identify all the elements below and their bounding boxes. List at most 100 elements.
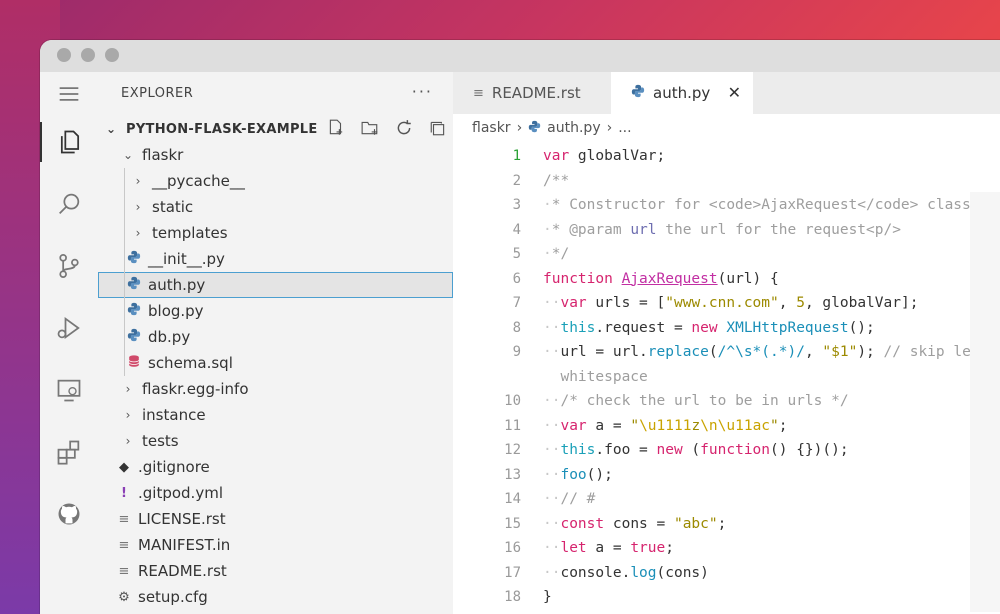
code-line: 10 ··/* check the url to be in urls */ [453,389,1000,414]
code-line: 7 ·· var urls = ["www.cnn.com", 5, globalV… [453,291,1000,316]
collapse-all-icon[interactable] [427,119,449,141]
code-line: 8 ·· this .request = new XMLHttpRequest (); [453,316,1000,341]
tree-item-label: auth.py [148,276,206,294]
code-line: 18} [453,585,1000,610]
code-line: 16 ·· let a = true; [453,536,1000,561]
tree-item[interactable]: › static [98,194,453,220]
window-close-dot[interactable] [57,48,71,62]
chevron-down-icon: ⌄ [122,148,134,162]
breadcrumb-more[interactable]: ... [618,120,631,136]
indent-guide [124,220,125,246]
tree-item[interactable]: ≡ MANIFEST.in [98,532,453,558]
file-tree: ⌄ flaskr › __pycache__ › static › templates __in… [98,142,453,610]
chevron-right-icon: › [135,200,141,214]
new-folder-icon[interactable] [359,119,381,141]
tree-item[interactable]: › flaskr.egg-info [98,376,453,402]
python-icon [126,250,142,268]
indent-guide [124,194,125,220]
line-number: 3 [512,197,521,214]
breadcrumb-file[interactable]: auth.py [547,120,600,136]
tree-item[interactable]: ◆ .gitignore [98,454,453,480]
tree-item-label: instance [142,406,206,424]
tree-item-label: setup.cfg [138,588,208,606]
python-icon [631,84,645,102]
tree-item-label: tests [142,432,179,450]
code-line: 5 · */ [453,242,1000,267]
database-icon [126,354,142,372]
line-number: 7 [512,295,521,312]
indent-guide [124,350,125,376]
tree-item-label: flaskr.egg-info [142,380,249,398]
yaml-icon: ! [121,485,127,501]
chevron-right-icon: › [135,226,141,240]
line-number: 8 [512,319,521,336]
extensions-icon[interactable] [40,432,98,472]
project-actions [325,119,449,141]
tree-item[interactable]: __init__.py [98,246,453,272]
source-control-icon[interactable] [40,246,98,286]
code-editor[interactable]: 1 var globalVar; 2/** 3 · * Constructor for… [453,144,1000,610]
tree-item[interactable]: › tests [98,428,453,454]
search-icon[interactable] [40,184,98,224]
explorer-files-icon[interactable] [40,122,98,162]
tree-item-label: blog.py [148,302,204,320]
new-file-icon[interactable] [325,119,347,141]
activity-bar [40,72,98,614]
chevron-right-icon: › [135,174,141,188]
run-debug-icon[interactable] [40,308,98,348]
line-number: 1 [512,148,521,165]
project-root-row[interactable]: ⌄ PYTHON-FLASK-EXAMPLE [98,116,453,142]
chevron-right-icon: › [125,434,131,448]
breadcrumb: flaskr › auth.py › ... [472,117,632,139]
tree-item[interactable]: › instance [98,402,453,428]
refresh-icon[interactable] [393,119,415,141]
code-line: 2/** [453,169,1000,194]
text-file-icon: ≡ [118,537,130,553]
indent-guide [124,324,125,350]
tab-label: README.rst [491,84,581,102]
tab-label: auth.py [653,84,711,102]
tree-item[interactable]: ⚙ setup.cfg [98,584,453,610]
tree-item-label: .gitignore [138,458,210,476]
python-icon [126,328,142,346]
minimap[interactable] [970,192,1000,612]
tree-item[interactable]: ⌄ flaskr [98,142,453,168]
tree-item-label: MANIFEST.in [138,536,231,554]
tree-item-label: .gitpod.yml [138,484,223,502]
code-line: 15 ·· const cons = "abc"; [453,512,1000,537]
tree-item[interactable]: ≡ LICENSE.rst [98,506,453,532]
tree-item[interactable]: blog.py [98,298,453,324]
code-line: 11 ·· var a = " \u1111 z \n\u11ac "; [453,414,1000,439]
line-number: 11 [504,417,521,434]
indent-guide [124,298,125,324]
window-minimize-dot[interactable] [81,48,95,62]
tree-item[interactable]: › __pycache__ [98,168,453,194]
tab-bar: ≡ README.rst auth.py ✕ [453,72,1000,114]
text-file-icon: ≡ [473,85,484,101]
more-actions-icon[interactable]: ··· [412,82,433,101]
tree-item[interactable]: › templates [98,220,453,246]
window-maximize-dot[interactable] [105,48,119,62]
tab-auth-py[interactable]: auth.py ✕ [611,72,753,114]
github-icon[interactable] [40,494,98,534]
line-number: 14 [504,491,521,508]
tree-item[interactable]: auth.py [98,272,453,298]
menu-icon[interactable] [40,74,98,114]
close-tab-icon[interactable]: ✕ [728,83,741,102]
python-icon [126,302,142,320]
tab-readme[interactable]: ≡ README.rst [453,72,611,114]
tree-item[interactable]: ≡ README.rst [98,558,453,584]
breadcrumb-folder[interactable]: flaskr [472,120,511,136]
explorer-sidebar: EXPLORER ··· ⌄ PYTHON-FLASK-EXAMPLE ⌄ fl… [98,72,453,614]
code-line: 12 ·· this .foo = new (function() {})(); [453,438,1000,463]
tree-item-label: flaskr [142,146,184,164]
tree-item[interactable]: db.py [98,324,453,350]
tree-item-label: LICENSE.rst [138,510,226,528]
python-icon [126,276,142,294]
code-line: 13 ·· foo (); [453,463,1000,488]
code-line: 3 · * Constructor for <code>AjaxRequest</c… [453,193,1000,218]
remote-explorer-icon[interactable] [40,370,98,410]
tree-item[interactable]: ! .gitpod.yml [98,480,453,506]
tree-item[interactable]: schema.sql [98,350,453,376]
code-line: 6 function AjaxRequest (url) { [453,267,1000,292]
